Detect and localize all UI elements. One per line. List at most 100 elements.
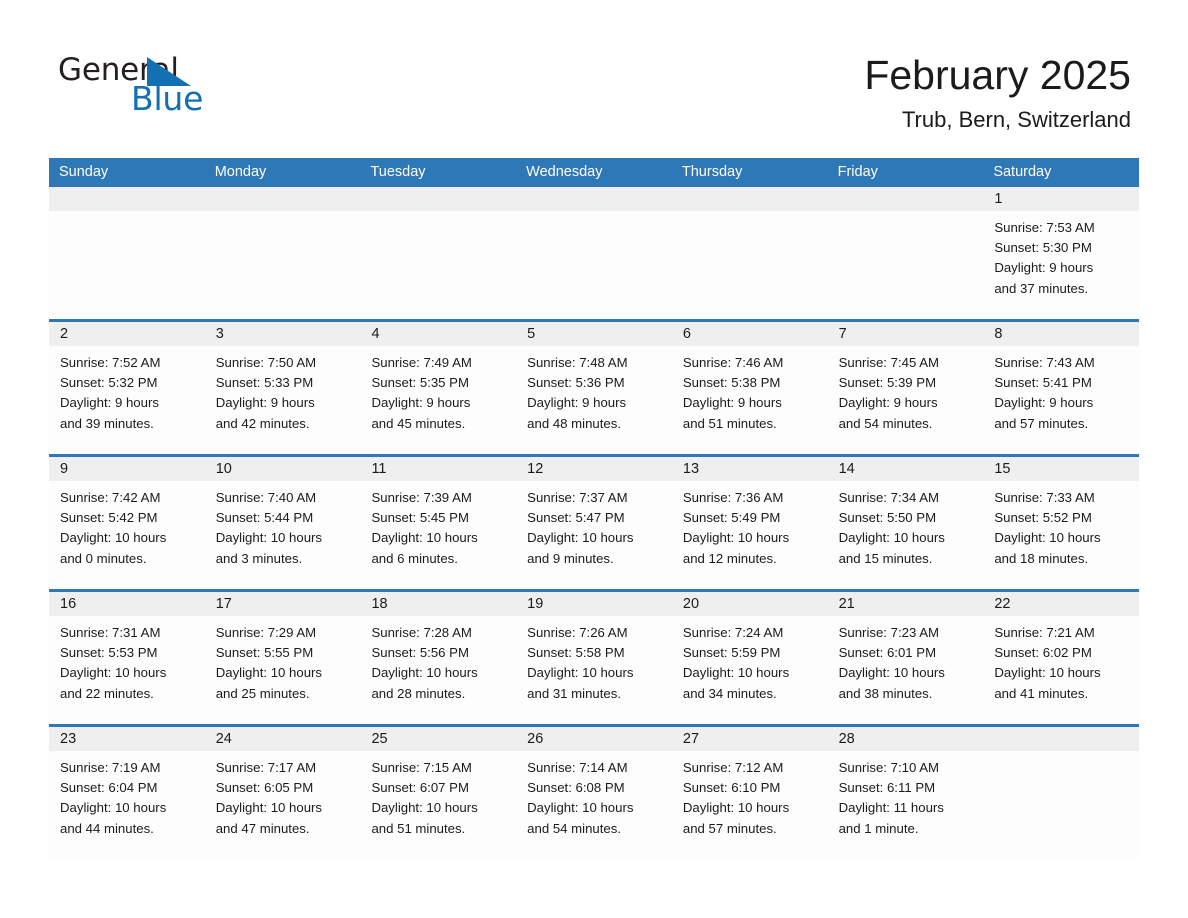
day-number-band: 10 [204, 457, 361, 481]
day-detail-line: Sunset: 5:56 PM [371, 645, 469, 661]
day-detail-line: Daylight: 11 hours [838, 800, 944, 816]
weekday-header-saturday: Saturday [993, 164, 1052, 180]
day-details: Sunrise: 7:50 AM Sunset: 5:33 PM Daylight:… [205, 346, 361, 434]
day-details: Sunrise: 7:17 AM Sunset: 6:05 PM Daylight:… [205, 751, 361, 839]
day-details [360, 211, 516, 218]
calendar-day-cell[interactable]: 2 Sunrise: 7:52 AM Sunset: 5:32 PM Daylight… [49, 322, 205, 454]
calendar-day-cell[interactable]: 13 Sunrise: 7:36 AM Sunset: 5:49 PM Dayligh… [671, 457, 828, 589]
day-number: 21 [838, 596, 855, 612]
day-number: 22 [994, 596, 1011, 612]
day-detail-line: Daylight: 9 hours [838, 395, 938, 411]
calendar-day-cell[interactable]: 24 Sunrise: 7:17 AM Sunset: 6:05 PM Dayligh… [204, 727, 361, 859]
calendar-day-cell[interactable]: 14 Sunrise: 7:34 AM Sunset: 5:50 PM Dayligh… [827, 457, 984, 589]
day-number: 1 [994, 191, 1003, 207]
day-number-band: 22 [983, 592, 1140, 616]
calendar-day-cell[interactable]: 28 Sunrise: 7:10 AM Sunset: 6:11 PM Dayligh… [827, 727, 984, 859]
day-number-band: 20 [671, 592, 828, 616]
day-detail-line: Sunset: 5:32 PM [60, 375, 158, 391]
calendar-week-cells: 23 Sunrise: 7:19 AM Sunset: 6:04 PM Dayligh… [49, 727, 1140, 859]
calendar-day-cell[interactable]: 22 Sunrise: 7:21 AM Sunset: 6:02 PM Dayligh… [983, 592, 1140, 724]
calendar-day-cell[interactable]: 1 Sunrise: 7:53 AM Sunset: 5:30 PM Daylight… [983, 187, 1140, 319]
day-number-band: 6 [671, 322, 828, 346]
page-header: General Blue February 2025 Trub, Bern, S… [0, 0, 1188, 158]
calendar-day-cell[interactable]: 11 Sunrise: 7:39 AM Sunset: 5:45 PM Dayligh… [360, 457, 517, 589]
day-details: Sunrise: 7:23 AM Sunset: 6:01 PM Daylight:… [828, 616, 984, 704]
day-detail-line: Daylight: 10 hours [994, 665, 1101, 681]
calendar-day-cell[interactable]: 5 Sunrise: 7:48 AM Sunset: 5:36 PM Daylight… [516, 322, 672, 454]
calendar-day-cell[interactable]: 23 Sunrise: 7:19 AM Sunset: 6:04 PM Dayligh… [49, 727, 205, 859]
weekday-header-wednesday: Wednesday [526, 164, 603, 180]
day-detail-line: Sunset: 5:39 PM [838, 375, 937, 391]
calendar-day-cell[interactable]: 12 Sunrise: 7:37 AM Sunset: 5:47 PM Dayligh… [516, 457, 672, 589]
day-details: Sunrise: 7:42 AM Sunset: 5:42 PM Daylight:… [49, 481, 205, 569]
calendar-day-cell[interactable]: 18 Sunrise: 7:28 AM Sunset: 5:56 PM Dayligh… [360, 592, 517, 724]
calendar-day-cell[interactable]: 21 Sunrise: 7:23 AM Sunset: 6:01 PM Dayligh… [827, 592, 984, 724]
day-detail-line: Sunset: 5:58 PM [527, 645, 625, 661]
calendar-day-cell[interactable]: 6 Sunrise: 7:46 AM Sunset: 5:38 PM Daylight… [671, 322, 828, 454]
day-details: Sunrise: 7:10 AM Sunset: 6:11 PM Daylight:… [828, 751, 984, 839]
day-number-band: 13 [671, 457, 828, 481]
calendar-day-cell[interactable]: 8 Sunrise: 7:43 AM Sunset: 5:41 PM Daylight… [983, 322, 1140, 454]
day-detail-line: Daylight: 10 hours [994, 530, 1101, 546]
calendar-day-cell[interactable]: 10 Sunrise: 7:40 AM Sunset: 5:44 PM Dayligh… [204, 457, 361, 589]
calendar-week-cells: 1 Sunrise: 7:53 AM Sunset: 5:30 PM Daylight… [49, 187, 1140, 319]
day-detail-line: Sunrise: 7:52 AM [60, 355, 161, 370]
calendar-day-cell[interactable]: 25 Sunrise: 7:15 AM Sunset: 6:07 PM Dayligh… [360, 727, 517, 859]
day-details: Sunrise: 7:28 AM Sunset: 5:56 PM Daylight:… [360, 616, 516, 704]
day-number-band: 17 [204, 592, 361, 616]
weekday-header-tuesday: Tuesday [370, 164, 426, 180]
calendar-day-cell[interactable]: 16 Sunrise: 7:31 AM Sunset: 5:53 PM Dayligh… [49, 592, 205, 724]
generalblue-logo[interactable]: General Blue [58, 52, 258, 122]
day-detail-line: and 22 minutes. [60, 685, 154, 701]
calendar-day-cell[interactable]: 20 Sunrise: 7:24 AM Sunset: 5:59 PM Dayligh… [671, 592, 828, 724]
day-detail-line: Sunrise: 7:21 AM [994, 625, 1095, 640]
day-detail-line: Sunrise: 7:45 AM [838, 355, 940, 370]
day-number: 11 [371, 461, 387, 477]
day-number: 16 [60, 596, 77, 612]
calendar-week-cells: 2 Sunrise: 7:52 AM Sunset: 5:32 PM Daylight… [49, 322, 1140, 454]
calendar-day-cell[interactable]: 27 Sunrise: 7:12 AM Sunset: 6:10 PM Dayligh… [671, 727, 828, 859]
day-detail-line: and 28 minutes. [371, 685, 466, 701]
day-number: 3 [215, 326, 224, 342]
day-detail-line: Daylight: 10 hours [527, 800, 634, 816]
day-number-band: 24 [204, 727, 361, 751]
day-detail-line: Sunset: 5:45 PM [371, 510, 469, 526]
day-detail-line: Sunset: 5:53 PM [60, 645, 158, 661]
day-details: Sunrise: 7:34 AM Sunset: 5:50 PM Daylight:… [828, 481, 984, 569]
day-detail-line: Sunset: 6:10 PM [682, 780, 781, 796]
day-number: 14 [838, 461, 855, 477]
day-detail-line: Sunset: 5:42 PM [60, 510, 158, 526]
calendar-day-cell[interactable]: 9 Sunrise: 7:42 AM Sunset: 5:42 PM Daylight… [49, 457, 205, 589]
day-number-band: 23 [49, 727, 205, 751]
calendar-day-cell-empty [516, 187, 672, 319]
calendar-day-cell[interactable]: 3 Sunrise: 7:50 AM Sunset: 5:33 PM Daylight… [204, 322, 361, 454]
day-detail-line: Sunset: 5:50 PM [838, 510, 937, 526]
day-detail-line: Sunrise: 7:36 AM [682, 490, 784, 505]
day-detail-line: and 38 minutes. [838, 685, 933, 701]
day-details: Sunrise: 7:39 AM Sunset: 5:45 PM Daylight:… [360, 481, 516, 569]
day-number-band [516, 187, 672, 211]
day-detail-line: Daylight: 10 hours [60, 665, 167, 681]
calendar-weeks: 1 Sunrise: 7:53 AM Sunset: 5:30 PM Daylight… [49, 187, 1140, 859]
day-detail-line: Sunrise: 7:29 AM [215, 625, 317, 640]
day-number-band: 26 [516, 727, 672, 751]
day-detail-line: Sunrise: 7:15 AM [371, 760, 472, 775]
calendar-day-cell[interactable]: 4 Sunrise: 7:49 AM Sunset: 5:35 PM Daylight… [360, 322, 517, 454]
calendar-day-cell[interactable]: 19 Sunrise: 7:26 AM Sunset: 5:58 PM Dayligh… [516, 592, 672, 724]
calendar-day-cell[interactable]: 7 Sunrise: 7:45 AM Sunset: 5:39 PM Daylight… [827, 322, 984, 454]
calendar-day-cell[interactable]: 26 Sunrise: 7:14 AM Sunset: 6:08 PM Dayligh… [516, 727, 672, 859]
day-details: Sunrise: 7:36 AM Sunset: 5:49 PM Daylight:… [672, 481, 828, 569]
day-detail-line: Sunrise: 7:39 AM [371, 490, 472, 505]
calendar-day-cell[interactable]: 17 Sunrise: 7:29 AM Sunset: 5:55 PM Dayligh… [204, 592, 361, 724]
day-number: 19 [527, 596, 544, 612]
day-detail-line: Sunrise: 7:49 AM [371, 355, 472, 370]
day-number: 6 [682, 326, 691, 342]
day-detail-line: Sunset: 5:52 PM [994, 510, 1092, 526]
day-number-band: 11 [360, 457, 517, 481]
day-detail-line: and 0 minutes. [60, 550, 147, 566]
day-number: 12 [527, 461, 544, 477]
calendar-day-cell[interactable]: 15 Sunrise: 7:33 AM Sunset: 5:52 PM Dayligh… [983, 457, 1140, 589]
day-details: Sunrise: 7:24 AM Sunset: 5:59 PM Daylight:… [672, 616, 828, 704]
day-detail-line: Daylight: 9 hours [994, 395, 1094, 411]
day-details: Sunrise: 7:12 AM Sunset: 6:10 PM Daylight:… [672, 751, 828, 839]
